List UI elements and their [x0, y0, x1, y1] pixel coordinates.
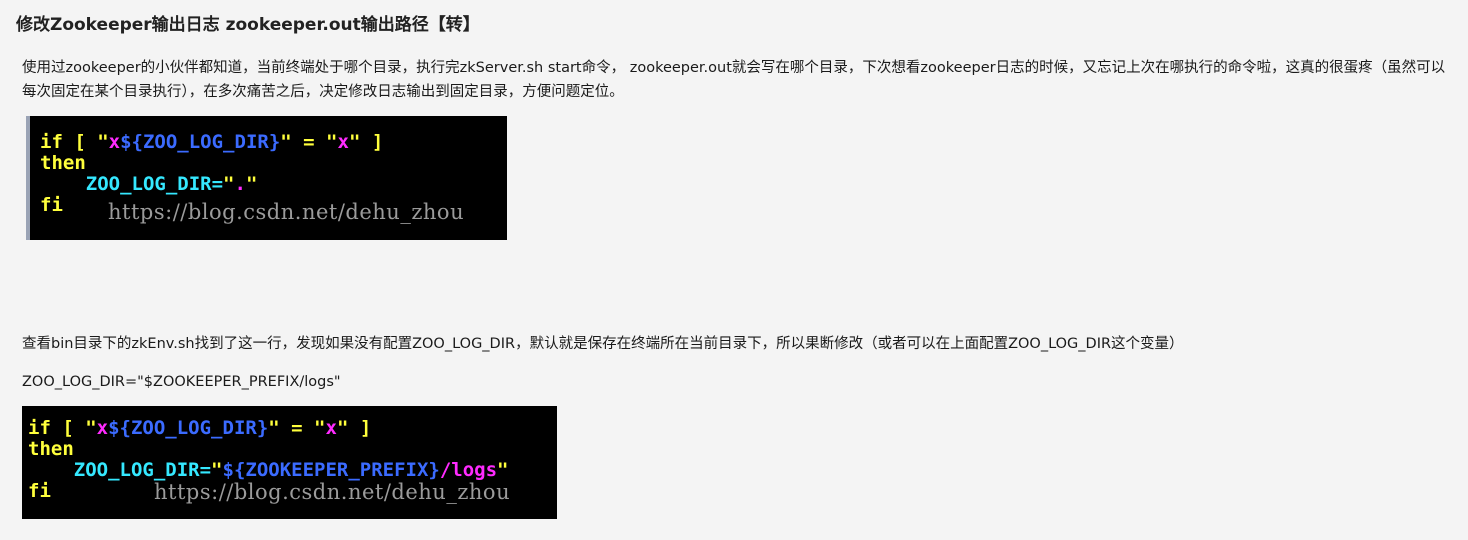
- code-token: ZOO_LOG_DIR=: [73, 459, 212, 481]
- code-token: x: [108, 131, 121, 153]
- article-title: 修改Zookeeper输出日志 zookeeper.out输出路径【转】: [16, 15, 480, 35]
- watermark: https://blog.csdn.net/dehu_zhou: [154, 480, 511, 504]
- code-screenshot-2: if [ "x${ZOO_LOG_DIR}" = "x" ] then ZOO_…: [22, 406, 557, 519]
- code-token: if [: [28, 417, 86, 439]
- code-token: then: [40, 152, 86, 174]
- code-token: x: [337, 131, 349, 153]
- code-line-assign: ZOO_LOG_DIR=".": [40, 174, 507, 195]
- code-token: .: [234, 173, 246, 195]
- code-token: x: [96, 417, 109, 439]
- code-token: ": [223, 173, 235, 195]
- code-line-then: then: [28, 439, 557, 460]
- code-token: " =: [268, 417, 315, 439]
- watermark: https://blog.csdn.net/dehu_zhou: [108, 200, 465, 224]
- code-token: " ]: [348, 131, 384, 153]
- code-token: fi: [40, 194, 63, 216]
- code-token: x: [325, 417, 337, 439]
- explanation-paragraph: 查看bin目录下的zkEnv.sh找到了这一行，发现如果没有配置ZOO_LOG_…: [22, 336, 1184, 352]
- code-token: " =: [280, 131, 327, 153]
- code-token: ": [97, 131, 109, 153]
- intro-paragraph: 使用过zookeeper的小伙伴都知道，当前终端处于哪个目录，执行完zkServ…: [22, 60, 1446, 100]
- code-token: ": [314, 417, 326, 439]
- code-token: ": [497, 459, 509, 481]
- code-token: ZOO_LOG_DIR=: [85, 173, 224, 195]
- code-token: ": [211, 459, 223, 481]
- code-line-if: if [ "x${ZOO_LOG_DIR}" = "x" ]: [40, 132, 507, 153]
- code-token: " ]: [336, 417, 372, 439]
- code-token: then: [28, 438, 74, 460]
- code-token: ": [326, 131, 338, 153]
- code-token: ": [85, 417, 97, 439]
- code-token: if [: [40, 131, 98, 153]
- code-token: ${ZOO_LOG_DIR}: [108, 417, 269, 439]
- code-token: ${ZOOKEEPER_PREFIX}: [222, 459, 440, 481]
- code-token: fi: [28, 480, 51, 502]
- code-line-if: if [ "x${ZOO_LOG_DIR}" = "x" ]: [28, 418, 557, 439]
- code-token: ": [245, 173, 258, 195]
- code-token: ${ZOO_LOG_DIR}: [120, 131, 281, 153]
- code-screenshot-1: if [ "x${ZOO_LOG_DIR}" = "x" ] then ZOO_…: [26, 116, 507, 240]
- code-line-assign: ZOO_LOG_DIR="${ZOOKEEPER_PREFIX}/logs": [28, 460, 557, 481]
- code-token: /logs: [439, 459, 498, 481]
- code-line-then: then: [40, 153, 507, 174]
- config-line: ZOO_LOG_DIR="$ZOOKEEPER_PREFIX/logs": [22, 374, 341, 390]
